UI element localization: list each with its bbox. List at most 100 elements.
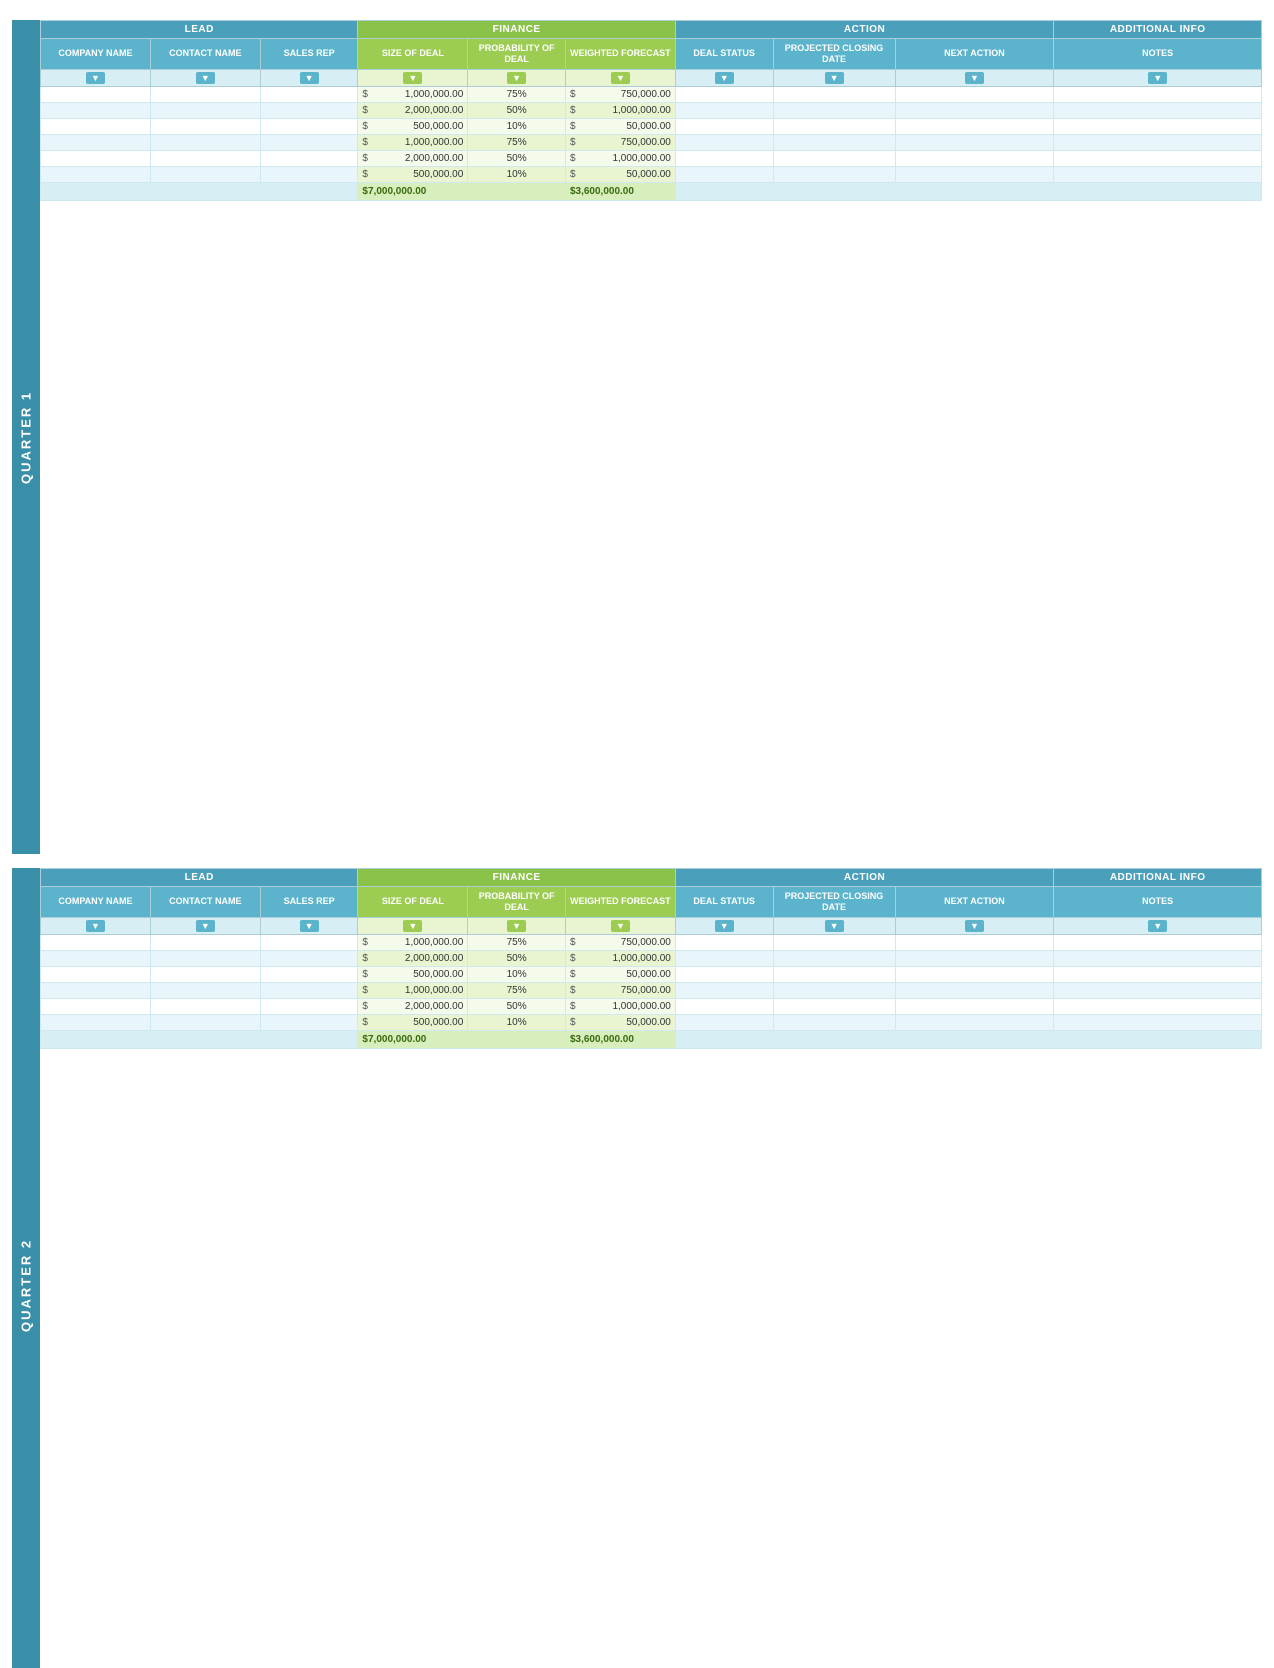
notes-cell-0-q1[interactable]: [1054, 86, 1262, 102]
size-deal-cell-3-q2[interactable]: $1,000,000.00: [358, 982, 468, 998]
deal-status-cell-0-q1[interactable]: [675, 86, 773, 102]
filter-btn-2-q1[interactable]: ▼: [300, 72, 319, 84]
prob-cell-3-q1[interactable]: 75%: [468, 134, 566, 150]
notes-cell-5-q2[interactable]: [1054, 1014, 1262, 1030]
company-cell-1-q1[interactable]: [41, 102, 151, 118]
weighted-cell-5-q1[interactable]: $50,000.00: [565, 166, 675, 182]
company-cell-1-q2[interactable]: [41, 950, 151, 966]
proj-close-cell-4-q2[interactable]: [773, 998, 895, 1014]
next-action-cell-4-q1[interactable]: [895, 150, 1054, 166]
size-deal-cell-0-q2[interactable]: $1,000,000.00: [358, 934, 468, 950]
filter-btn-8-q1[interactable]: ▼: [965, 72, 984, 84]
salesrep-cell-3-q1[interactable]: [260, 134, 358, 150]
filter-cell-1-q2[interactable]: ▼: [150, 917, 260, 934]
next-action-cell-3-q2[interactable]: [895, 982, 1054, 998]
prob-cell-5-q1[interactable]: 10%: [468, 166, 566, 182]
deal-status-cell-1-q1[interactable]: [675, 102, 773, 118]
prob-cell-0-q1[interactable]: 75%: [468, 86, 566, 102]
salesrep-cell-3-q2[interactable]: [260, 982, 358, 998]
size-deal-cell-5-q1[interactable]: $500,000.00: [358, 166, 468, 182]
filter-btn-9-q1[interactable]: ▼: [1148, 72, 1167, 84]
prob-cell-4-q2[interactable]: 50%: [468, 998, 566, 1014]
proj-close-cell-0-q1[interactable]: [773, 86, 895, 102]
size-deal-cell-4-q1[interactable]: $2,000,000.00: [358, 150, 468, 166]
filter-btn-1-q1[interactable]: ▼: [196, 72, 215, 84]
deal-status-cell-3-q1[interactable]: [675, 134, 773, 150]
salesrep-cell-1-q2[interactable]: [260, 950, 358, 966]
prob-cell-1-q2[interactable]: 50%: [468, 950, 566, 966]
size-deal-cell-3-q1[interactable]: $1,000,000.00: [358, 134, 468, 150]
filter-cell-8-q1[interactable]: ▼: [895, 69, 1054, 86]
filter-cell-9-q2[interactable]: ▼: [1054, 917, 1262, 934]
proj-close-cell-1-q2[interactable]: [773, 950, 895, 966]
notes-cell-4-q2[interactable]: [1054, 998, 1262, 1014]
notes-cell-3-q1[interactable]: [1054, 134, 1262, 150]
proj-close-cell-4-q1[interactable]: [773, 150, 895, 166]
company-cell-5-q2[interactable]: [41, 1014, 151, 1030]
company-cell-2-q1[interactable]: [41, 118, 151, 134]
company-cell-4-q2[interactable]: [41, 998, 151, 1014]
deal-status-cell-2-q2[interactable]: [675, 966, 773, 982]
weighted-cell-3-q2[interactable]: $750,000.00: [565, 982, 675, 998]
filter-cell-8-q2[interactable]: ▼: [895, 917, 1054, 934]
weighted-cell-0-q2[interactable]: $750,000.00: [565, 934, 675, 950]
weighted-cell-1-q2[interactable]: $1,000,000.00: [565, 950, 675, 966]
filter-cell-1-q1[interactable]: ▼: [150, 69, 260, 86]
salesrep-cell-4-q2[interactable]: [260, 998, 358, 1014]
filter-cell-4-q1[interactable]: ▼: [468, 69, 566, 86]
weighted-cell-3-q1[interactable]: $750,000.00: [565, 134, 675, 150]
size-deal-cell-2-q1[interactable]: $500,000.00: [358, 118, 468, 134]
deal-status-cell-5-q1[interactable]: [675, 166, 773, 182]
size-deal-cell-1-q1[interactable]: $2,000,000.00: [358, 102, 468, 118]
next-action-cell-0-q2[interactable]: [895, 934, 1054, 950]
filter-btn-2-q2[interactable]: ▼: [300, 920, 319, 932]
weighted-cell-2-q1[interactable]: $50,000.00: [565, 118, 675, 134]
filter-cell-0-q2[interactable]: ▼: [41, 917, 151, 934]
salesrep-cell-4-q1[interactable]: [260, 150, 358, 166]
notes-cell-2-q2[interactable]: [1054, 966, 1262, 982]
contact-cell-0-q2[interactable]: [150, 934, 260, 950]
deal-status-cell-0-q2[interactable]: [675, 934, 773, 950]
salesrep-cell-2-q2[interactable]: [260, 966, 358, 982]
contact-cell-4-q1[interactable]: [150, 150, 260, 166]
weighted-cell-0-q1[interactable]: $750,000.00: [565, 86, 675, 102]
deal-status-cell-4-q2[interactable]: [675, 998, 773, 1014]
contact-cell-0-q1[interactable]: [150, 86, 260, 102]
proj-close-cell-5-q1[interactable]: [773, 166, 895, 182]
deal-status-cell-3-q2[interactable]: [675, 982, 773, 998]
proj-close-cell-3-q2[interactable]: [773, 982, 895, 998]
size-deal-cell-4-q2[interactable]: $2,000,000.00: [358, 998, 468, 1014]
next-action-cell-1-q1[interactable]: [895, 102, 1054, 118]
filter-cell-5-q1[interactable]: ▼: [565, 69, 675, 86]
filter-cell-2-q1[interactable]: ▼: [260, 69, 358, 86]
proj-close-cell-2-q1[interactable]: [773, 118, 895, 134]
weighted-cell-1-q1[interactable]: $1,000,000.00: [565, 102, 675, 118]
size-deal-cell-1-q2[interactable]: $2,000,000.00: [358, 950, 468, 966]
filter-cell-6-q2[interactable]: ▼: [675, 917, 773, 934]
salesrep-cell-5-q2[interactable]: [260, 1014, 358, 1030]
filter-cell-3-q1[interactable]: ▼: [358, 69, 468, 86]
contact-cell-2-q1[interactable]: [150, 118, 260, 134]
salesrep-cell-0-q2[interactable]: [260, 934, 358, 950]
filter-cell-5-q2[interactable]: ▼: [565, 917, 675, 934]
next-action-cell-2-q1[interactable]: [895, 118, 1054, 134]
filter-btn-0-q1[interactable]: ▼: [86, 72, 105, 84]
next-action-cell-5-q1[interactable]: [895, 166, 1054, 182]
proj-close-cell-5-q2[interactable]: [773, 1014, 895, 1030]
filter-cell-9-q1[interactable]: ▼: [1054, 69, 1262, 86]
filter-cell-7-q2[interactable]: ▼: [773, 917, 895, 934]
filter-cell-0-q1[interactable]: ▼: [41, 69, 151, 86]
notes-cell-5-q1[interactable]: [1054, 166, 1262, 182]
filter-btn-8-q2[interactable]: ▼: [965, 920, 984, 932]
filter-btn-4-q2[interactable]: ▼: [507, 920, 526, 932]
filter-cell-4-q2[interactable]: ▼: [468, 917, 566, 934]
filter-btn-3-q2[interactable]: ▼: [403, 920, 422, 932]
filter-btn-7-q1[interactable]: ▼: [825, 72, 844, 84]
notes-cell-1-q1[interactable]: [1054, 102, 1262, 118]
contact-cell-1-q1[interactable]: [150, 102, 260, 118]
notes-cell-3-q2[interactable]: [1054, 982, 1262, 998]
company-cell-4-q1[interactable]: [41, 150, 151, 166]
next-action-cell-2-q2[interactable]: [895, 966, 1054, 982]
filter-btn-6-q1[interactable]: ▼: [715, 72, 734, 84]
next-action-cell-1-q2[interactable]: [895, 950, 1054, 966]
